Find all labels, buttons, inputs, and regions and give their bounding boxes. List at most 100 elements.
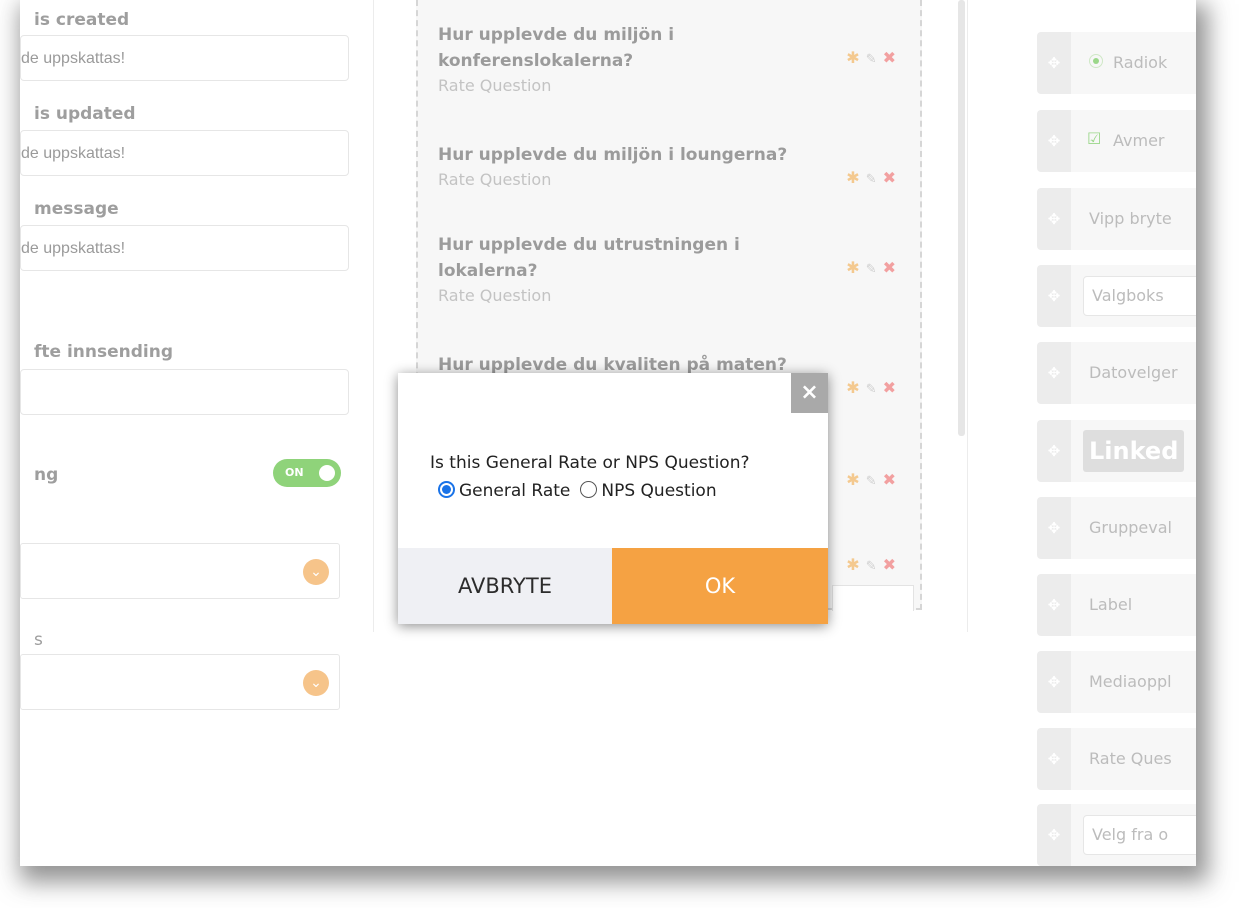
required-star-icon[interactable]: ✱ (846, 470, 859, 489)
palette-item-body: Velg fra o (1071, 804, 1196, 866)
dialog-options: General Rate NPS Question (438, 481, 727, 501)
toggle-switch[interactable]: ON (273, 459, 341, 487)
delete-icon[interactable]: ✖ (883, 258, 896, 277)
palette-item-datepicker[interactable]: ✥ Datovelger (1037, 342, 1196, 404)
question-actions: ✱ ✎ ✖ (846, 48, 896, 67)
required-star-icon[interactable]: ✱ (846, 168, 859, 187)
radio-nps-question[interactable] (580, 481, 598, 498)
edit-pencil-icon[interactable]: ✎ (866, 52, 877, 67)
linkedin-icon: Linked (1083, 430, 1185, 472)
palette-item-group[interactable]: ✥ Gruppeval (1037, 497, 1196, 559)
drag-handle-icon[interactable]: ✥ (1037, 32, 1071, 94)
drag-handle-icon[interactable]: ✥ (1037, 651, 1071, 713)
question-title: Hur upplevde du miljön i loungerna? (438, 145, 788, 165)
updated-label: is updated (34, 104, 136, 124)
question-actions: ✱ ✎ ✖ (846, 555, 896, 574)
palette-item-body: Linked (1071, 420, 1196, 482)
drag-handle-icon[interactable]: ✥ (1037, 804, 1071, 866)
edit-pencil-icon[interactable]: ✎ (866, 474, 877, 489)
question-item[interactable]: Hur upplevde du miljön i loungerna? Rate… (438, 142, 908, 189)
drag-handle-icon[interactable]: ✥ (1037, 420, 1071, 482)
palette-item-rate-question[interactable]: ✥ Rate Ques (1037, 728, 1196, 790)
palette-item-media[interactable]: ✥ Mediaoppl (1037, 651, 1196, 713)
palette-item-label: Velg fra o (1092, 825, 1169, 844)
drag-handle-icon[interactable]: ✥ (1037, 265, 1071, 327)
settings-panel: is created de uppskattas! is updated de … (20, 0, 375, 866)
question-title: Hur upplevde du utrustningen i lokalerna… (438, 235, 740, 281)
cancel-button[interactable]: AVBRYTE (398, 548, 612, 624)
radio-icon (1089, 54, 1103, 68)
edit-pencil-icon[interactable]: ✎ (866, 382, 877, 397)
palette-item-toggle[interactable]: ✥ Vipp bryte (1037, 188, 1196, 250)
palette-item-label: Valgboks (1092, 286, 1164, 305)
question-title: Hur upplevde du miljön i konferenslokale… (438, 25, 675, 71)
palette-item-label: Mediaoppl (1089, 672, 1172, 691)
column-divider (967, 0, 968, 632)
edit-pencil-icon[interactable]: ✎ (866, 172, 877, 187)
ok-button[interactable]: OK (612, 548, 828, 624)
palette-item-body: Datovelger (1071, 342, 1196, 404)
radio-general-rate[interactable] (438, 481, 455, 498)
delete-icon[interactable]: ✖ (883, 378, 896, 397)
drag-handle-icon[interactable]: ✥ (1037, 342, 1071, 404)
question-type: Rate Question (438, 286, 552, 305)
palette-item-checkbox[interactable]: ✥ ☑ Avmer (1037, 110, 1196, 172)
submit-button-preview[interactable] (832, 585, 914, 611)
palette-item-label: Gruppeval (1089, 518, 1172, 537)
column-divider (373, 0, 374, 632)
delete-icon[interactable]: ✖ (883, 555, 896, 574)
question-actions: ✱ ✎ ✖ (846, 168, 896, 187)
toggle-knob (319, 465, 335, 481)
scrollbar[interactable] (958, 0, 965, 436)
question-item[interactable]: Hur upplevde du miljön i konferenslokale… (438, 22, 908, 95)
message-input[interactable]: de uppskattas! (20, 225, 349, 271)
palette-item-label: Avmer (1113, 131, 1165, 150)
message-label: message (34, 199, 119, 219)
palette-item-radio[interactable]: ✥ Radiok (1037, 32, 1196, 94)
close-icon[interactable]: × (791, 373, 828, 413)
submit-label: fte innsending (34, 342, 174, 362)
question-item[interactable]: Hur upplevde du utrustningen i lokalerna… (438, 232, 908, 305)
question-actions: ✱ ✎ ✖ (846, 378, 896, 397)
edit-pencil-icon[interactable]: ✎ (866, 559, 877, 574)
required-star-icon[interactable]: ✱ (846, 258, 859, 277)
required-star-icon[interactable]: ✱ (846, 48, 859, 67)
radio-nps-question-label[interactable]: NPS Question (601, 481, 716, 501)
palette-item-body: Gruppeval (1071, 497, 1196, 559)
delete-icon[interactable]: ✖ (883, 48, 896, 67)
dropdown-select-1[interactable]: ⌄ (20, 543, 340, 599)
toggle-on-text: ON (285, 466, 304, 479)
palette-item-box: Velg fra o (1083, 815, 1196, 855)
palette-item-linkedin[interactable]: ✥ Linked (1037, 420, 1196, 482)
toggle-row-label: ng (34, 465, 59, 485)
palette-item-selectbox[interactable]: ✥ Valgboks (1037, 265, 1196, 327)
palette-item-body: Valgboks (1071, 265, 1196, 327)
created-message-input[interactable]: de uppskattas! (20, 35, 349, 81)
submit-input[interactable] (20, 369, 349, 415)
palette-item-label: Label (1089, 595, 1133, 614)
delete-icon[interactable]: ✖ (883, 470, 896, 489)
last-label: s (34, 630, 43, 650)
chevron-down-icon: ⌄ (303, 559, 329, 585)
drag-handle-icon[interactable]: ✥ (1037, 497, 1071, 559)
updated-message-input[interactable]: de uppskattas! (20, 130, 349, 176)
edit-pencil-icon[interactable]: ✎ (866, 262, 877, 277)
question-actions: ✱ ✎ ✖ (846, 470, 896, 489)
palette-item-box: Valgboks (1083, 276, 1196, 316)
required-star-icon[interactable]: ✱ (846, 378, 859, 397)
radio-general-rate-label[interactable]: General Rate (459, 481, 570, 501)
palette-item-label-field[interactable]: ✥ Label (1037, 574, 1196, 636)
checkbox-icon: ☑ (1087, 129, 1102, 148)
palette-item-body: ☑ Avmer (1071, 110, 1196, 172)
drag-handle-icon[interactable]: ✥ (1037, 728, 1071, 790)
drag-handle-icon[interactable]: ✥ (1037, 110, 1071, 172)
palette-item-body: Label (1071, 574, 1196, 636)
drag-handle-icon[interactable]: ✥ (1037, 574, 1071, 636)
delete-icon[interactable]: ✖ (883, 168, 896, 187)
palette-item-label: Vipp bryte (1089, 209, 1172, 228)
palette-item-choose-from[interactable]: ✥ Velg fra o (1037, 804, 1196, 866)
dropdown-select-2[interactable]: ⌄ (20, 654, 340, 710)
question-type: Rate Question (438, 76, 552, 95)
required-star-icon[interactable]: ✱ (846, 555, 859, 574)
drag-handle-icon[interactable]: ✥ (1037, 188, 1071, 250)
